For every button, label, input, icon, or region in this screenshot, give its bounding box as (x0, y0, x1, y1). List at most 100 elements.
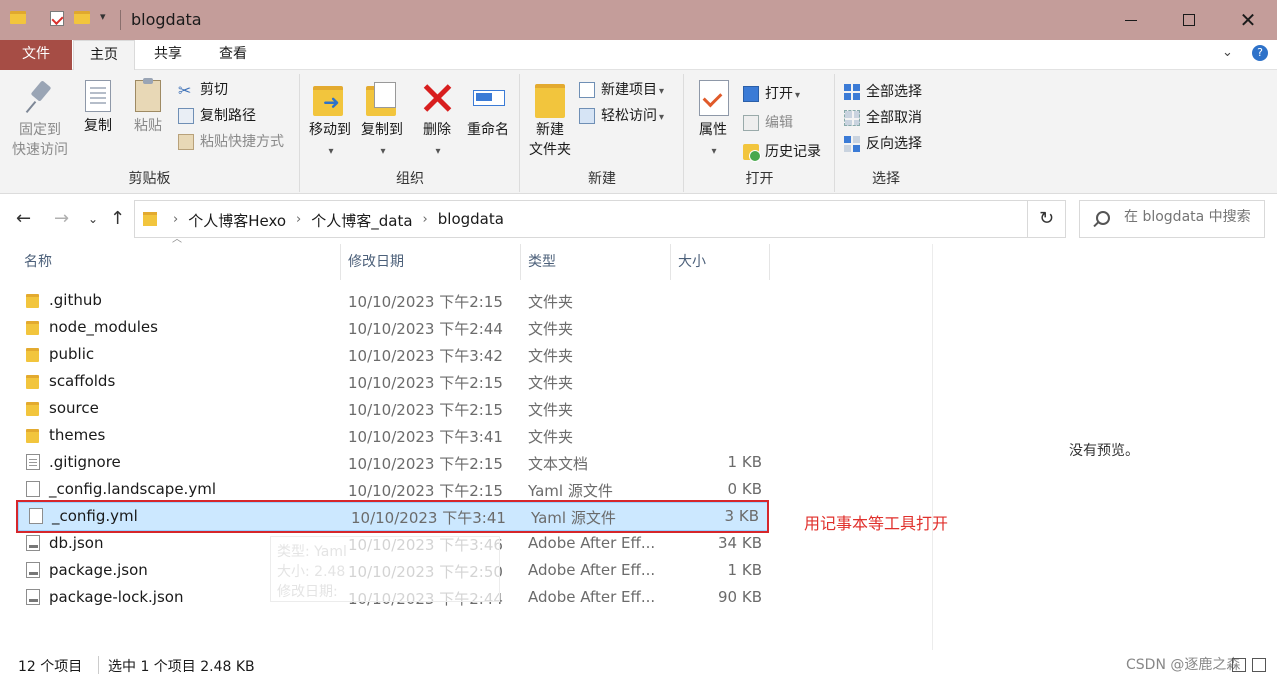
file-date: 10/10/2023 下午2:15 (348, 455, 503, 473)
chevron-down-icon[interactable]: ▾ (100, 10, 106, 23)
select-none-button[interactable]: 全部取消 (844, 106, 922, 130)
rename-button[interactable]: 重命名 (463, 80, 513, 140)
breadcrumb-item[interactable]: 个人博客Hexo (188, 210, 286, 231)
file-json-icon (26, 589, 40, 605)
column-header-size[interactable]: 大小 (670, 244, 770, 280)
copy-button[interactable]: 复制 (78, 80, 118, 136)
paste-shortcut-icon (178, 134, 194, 150)
file-type: 文件夹 (528, 374, 574, 392)
file-type: 文件夹 (528, 320, 574, 338)
delete-label: 删除 (423, 122, 451, 138)
easy-access-button[interactable]: 轻松访问 ▾ (579, 104, 664, 128)
file-row[interactable]: .gitignore 10/10/2023 下午2:15 文本文档 1 KB (16, 449, 770, 476)
details-view-icon[interactable] (1232, 658, 1246, 672)
breadcrumb-item[interactable]: 个人博客_data (311, 210, 412, 231)
cut-button[interactable]: 剪切 (178, 78, 228, 103)
file-row[interactable]: public 10/10/2023 下午3:42 文件夹 (16, 341, 770, 368)
invert-selection-label: 反向选择 (866, 136, 922, 152)
properties-icon (695, 80, 731, 116)
up-icon[interactable]: ↑ (110, 208, 125, 229)
back-icon[interactable]: ← (16, 208, 31, 229)
large-icons-view-icon[interactable] (1252, 658, 1266, 672)
move-to-button[interactable]: 移动到 ▾ (305, 80, 355, 162)
easy-access-label: 轻松访问 (601, 108, 657, 124)
file-row[interactable]: source 10/10/2023 下午2:15 文件夹 (16, 395, 770, 422)
properties-button[interactable]: 属性 ▾ (691, 80, 735, 162)
pin-quick-access-button[interactable]: 固定到 快速访问 (8, 80, 72, 160)
file-row[interactable]: _config.landscape.yml 10/10/2023 下午2:15 Ya… (16, 476, 770, 503)
file-size: 90 KB (718, 588, 762, 606)
search-box[interactable] (1079, 200, 1265, 238)
chevron-down-icon: ▾ (659, 86, 665, 97)
minimize-button[interactable] (1102, 0, 1160, 40)
invert-selection-button[interactable]: 反向选择 (844, 132, 922, 156)
file-name: source (49, 399, 99, 417)
new-group: 新建 文件夹 新建项目 ▾ 轻松访问 ▾ 新建 (521, 74, 684, 192)
file-type: 文件夹 (528, 428, 574, 446)
new-folder-label-1: 新建 (536, 122, 564, 138)
copy-path-button[interactable]: 复制路径 (178, 104, 256, 128)
copy-to-label: 复制到 (361, 122, 403, 138)
new-group-label: 新建 (588, 171, 616, 187)
chevron-right-icon[interactable]: › (173, 210, 178, 231)
delete-button[interactable]: 删除 ▾ (417, 80, 457, 162)
collapse-ribbon-icon[interactable]: ⌄ (1222, 45, 1233, 60)
new-folder-label-2: 文件夹 (529, 142, 571, 158)
file-row[interactable]: scaffolds 10/10/2023 下午2:15 文件夹 (16, 368, 770, 395)
search-icon (1096, 211, 1110, 225)
maximize-button[interactable] (1160, 0, 1218, 40)
new-item-icon (579, 82, 595, 98)
folder-icon (26, 348, 39, 362)
pin-label-1: 固定到 (19, 122, 61, 138)
breadcrumb-item[interactable]: blogdata (438, 210, 504, 231)
tab-view[interactable]: 查看 (200, 40, 266, 70)
column-header-date[interactable]: 修改日期 (340, 244, 521, 280)
paste-shortcut-button[interactable]: 粘贴快捷方式 (178, 130, 284, 154)
chevron-right-icon[interactable]: › (423, 210, 428, 231)
recent-locations-icon[interactable]: ⌄ (88, 212, 98, 226)
new-folder-button[interactable]: 新建 文件夹 (525, 80, 575, 160)
help-icon[interactable]: ? (1252, 45, 1268, 61)
new-folder-icon (532, 80, 568, 118)
file-date: 10/10/2023 下午3:41 (348, 428, 503, 446)
open-button[interactable]: 打开 ▾ (743, 82, 800, 106)
address-bar[interactable]: › 个人博客Hexo › 个人博客_data › blogdata (134, 200, 1028, 238)
history-icon (743, 144, 761, 162)
paste-icon (135, 78, 161, 112)
column-header-type[interactable]: 类型 (520, 244, 671, 280)
refresh-button[interactable]: ↻ (1028, 200, 1066, 238)
file-date: 10/10/2023 下午3:42 (348, 347, 503, 365)
file-row[interactable]: .github 10/10/2023 下午2:15 文件夹 (16, 287, 770, 314)
file-row[interactable]: themes 10/10/2023 下午3:41 文件夹 (16, 422, 770, 449)
column-header-name[interactable]: 名称 (16, 244, 341, 280)
forward-icon[interactable]: → (54, 208, 69, 229)
file-date: 10/10/2023 下午2:15 (348, 401, 503, 419)
rename-label: 重命名 (467, 122, 509, 138)
search-input[interactable] (1124, 209, 1264, 225)
tab-home[interactable]: 主页 (73, 40, 135, 71)
file-size: 1 KB (727, 453, 762, 471)
folder-icon (26, 294, 39, 308)
chevron-right-icon[interactable]: › (296, 210, 301, 231)
tab-share[interactable]: 共享 (136, 40, 200, 70)
paste-label: 粘贴 (134, 118, 162, 134)
select-all-button[interactable]: 全部选择 (844, 80, 922, 104)
new-item-button[interactable]: 新建项目 ▾ (579, 78, 664, 102)
new-folder-quick-icon[interactable] (74, 11, 90, 27)
clipboard-group-label: 剪贴板 (128, 171, 171, 187)
copy-to-button[interactable]: 复制到 ▾ (357, 80, 407, 162)
close-icon: ✕ (1239, 8, 1257, 32)
file-row[interactable]: node_modules 10/10/2023 下午2:44 文件夹 (16, 314, 770, 341)
tooltip-size: 大小: 2.48 (277, 564, 346, 580)
folder-icon (26, 402, 39, 416)
tooltip-date: 修改日期: (277, 584, 338, 600)
paste-button[interactable]: 粘贴 (128, 78, 168, 136)
properties-quick-icon[interactable] (50, 11, 66, 27)
tab-file[interactable]: 文件 (0, 40, 72, 70)
history-button[interactable]: 历史记录 (743, 140, 821, 164)
preview-pane: 没有预览。 (932, 244, 1277, 650)
close-button[interactable]: ✕ (1219, 0, 1277, 40)
file-name: package.json (49, 561, 148, 579)
folder-icon (26, 429, 39, 443)
edit-button[interactable]: 编辑 (743, 111, 793, 135)
